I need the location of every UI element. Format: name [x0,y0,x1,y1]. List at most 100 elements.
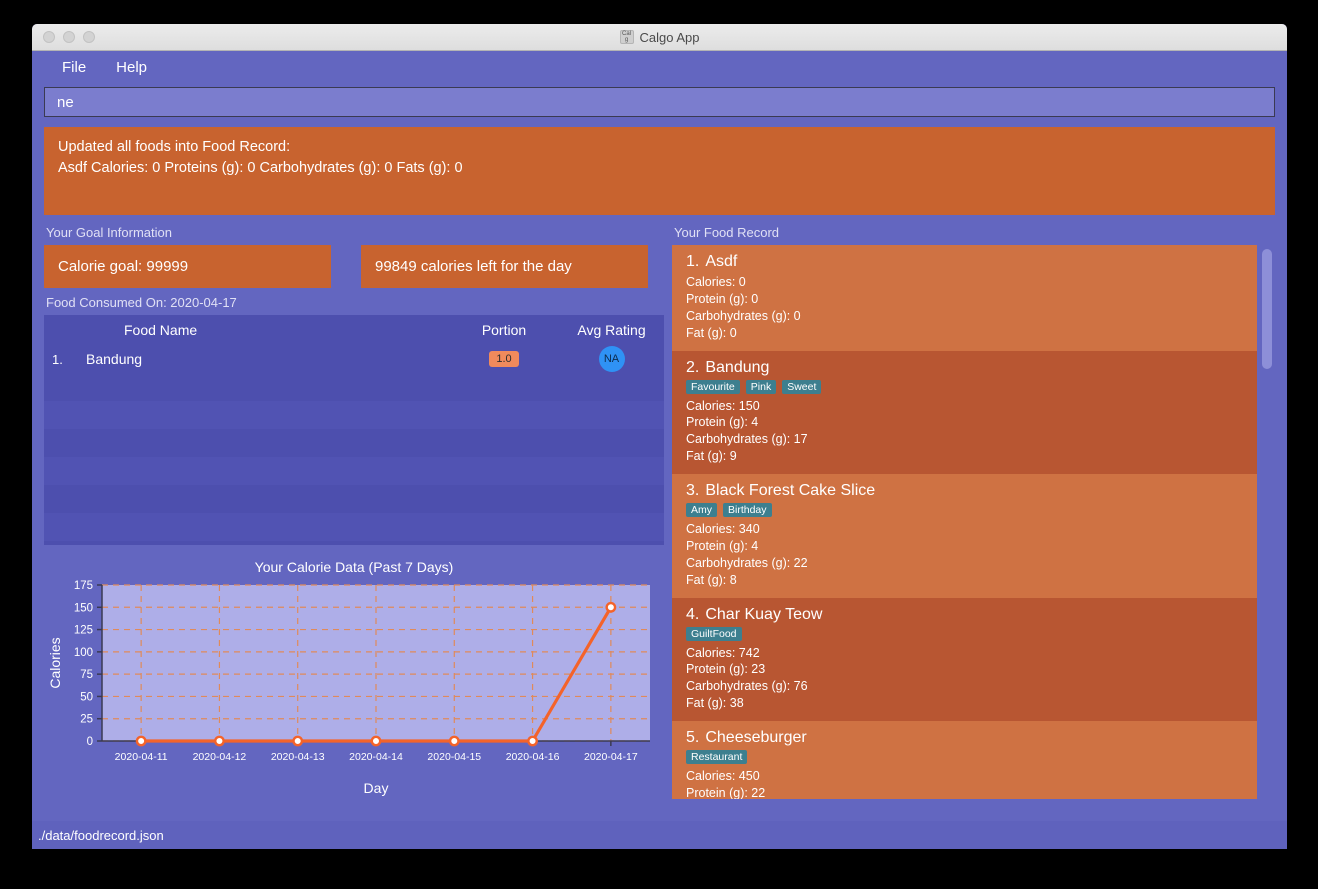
table-row-empty [44,485,664,513]
food-record-panel: Your Food Record 1. Asdf Calories: 0 Protei… [672,221,1275,799]
food-record-index: 1. [686,253,700,270]
food-record-calories: Calories: 340 [686,522,760,536]
food-record-scrollbar[interactable] [1261,247,1273,797]
svg-text:2020-04-12: 2020-04-12 [193,751,247,763]
food-consumed-label: Food Consumed On: 2020-04-17 [46,295,237,310]
svg-text:75: 75 [80,669,93,681]
food-record-title: 4. Char Kuay Teow [686,606,1245,624]
tag-badge: Amy [686,503,717,517]
food-record-title: 1. Asdf [686,253,1245,271]
food-record-name: Asdf [705,253,738,270]
command-input[interactable] [44,87,1275,117]
table-header-row: Food Name Portion Avg Rating [44,315,664,345]
svg-text:2020-04-11: 2020-04-11 [115,751,168,763]
food-record-calories: Calories: 742 [686,645,760,660]
window-title-group: Cal g Calgo App [32,24,1287,50]
svg-text:0: 0 [87,736,93,748]
calorie-goal-box: Calorie goal: 99999 [44,245,331,288]
row-food-name: Bandung [86,351,143,367]
scrollbar-thumb[interactable] [1262,249,1272,369]
table-row-empty [44,373,664,401]
svg-text:2020-04-13: 2020-04-13 [271,751,325,763]
food-record-section-label: Your Food Record [674,225,780,240]
svg-text:2020-04-16: 2020-04-16 [506,751,560,763]
close-button[interactable] [43,31,55,43]
menubar: File Help [32,51,1287,83]
tag-badge: Restaurant [686,750,748,764]
tag-badge: GuiltFood [686,626,742,641]
app-icon: Cal g [619,30,634,44]
food-record-name: Char Kuay Teow [705,605,823,623]
svg-text:175: 175 [74,580,93,592]
food-record-index: 2. [686,358,700,376]
chart-title: Your Calorie Data (Past 7 Days) [254,559,454,575]
food-record-tags: Restaurant [686,750,1245,764]
food-record-name: Cheeseburger [705,729,807,746]
food-record-item[interactable]: 1. Asdf Calories: 0 Protein (g): 0 Carbohydr… [672,245,1257,351]
food-record-title: 3. Black Forest Cake Slice [686,482,1245,500]
calorie-chart: Your Calorie Data (Past 7 Days) 0 25 50 75 1… [44,559,664,799]
food-record-calories: Calories: 150 [686,398,760,413]
command-input-row [32,83,1287,117]
menu-item-file[interactable]: File [52,56,96,79]
header-portion: Portion [481,322,527,338]
minimize-button[interactable] [63,31,75,43]
food-record-protein: Protein (g): 22 [686,785,766,799]
food-record-calories: Calories: 0 [686,275,746,289]
food-record-protein: Protein (g): 0 [686,291,759,306]
goal-summary-row: Calorie goal: 99999 99849 calories left … [44,245,664,288]
svg-text:2020-04-17: 2020-04-17 [584,751,638,763]
row-index: 1. [52,351,63,367]
svg-text:100: 100 [74,647,93,659]
app-window: Calg Calgo App File Help Updated all foo… [32,24,1287,849]
tag-badge: Birthday [723,503,772,517]
header-food-name: Food Name [124,322,198,338]
food-record-carbs: Carbohydrates (g): 17 [686,432,808,447]
food-record-fat: Fat (g): 38 [686,696,744,711]
portion-badge: 1.0 [489,351,519,367]
food-record-tags: Amy Birthday [686,503,1245,517]
food-record-title: 2. Bandung [686,359,1245,377]
food-consumed-table: Food Name Portion Avg Rating 1. Bandung … [44,315,664,545]
table-row-empty [44,541,664,545]
food-record-tags: Favourite Pink Sweet [686,379,1245,394]
svg-text:Calories: Calories [47,637,63,688]
food-record-index: 3. [686,482,700,499]
food-record-name: Bandung [705,358,770,376]
svg-text:125: 125 [74,625,93,637]
goal-section-label: Your Goal Information [46,225,172,240]
chart-canvas: 0 25 50 75 100 125 150 175 2020-04-11 2020-04-12 2… [47,580,650,796]
header-avg-rating: Avg Rating [577,322,646,338]
food-record-item[interactable]: 3. Black Forest Cake Slice Amy Birthday Calo… [672,474,1257,598]
food-record-fat: Fat (g): 8 [686,572,737,587]
food-record-item[interactable]: 4. Char Kuay Teow GuiltFood Calories: 742 Pr… [672,597,1257,721]
food-record-carbs: Carbohydrates (g): 0 [686,308,801,323]
food-record-fat: Fat (g): 9 [686,449,737,464]
result-banner-wrap: Updated all foods into Food Record: Asdf… [32,117,1287,221]
food-record-carbs: Carbohydrates (g): 22 [686,555,808,570]
food-record-protein: Protein (g): 23 [686,662,766,677]
food-record-calories: Calories: 450 [686,769,760,783]
svg-text:2020-04-15: 2020-04-15 [427,751,481,763]
svg-text:150: 150 [74,602,93,614]
window-titlebar: Cal g Calgo App [32,24,1287,51]
statusbar-path: ./data/foodrecord.json [38,827,164,843]
table-row[interactable]: 1. Bandung 1.0 NA [44,345,664,373]
food-record-fat: Fat (g): 0 [686,325,737,340]
main-content: Your Goal Information Calorie goal: 9999… [32,221,1287,799]
food-record-item[interactable]: 2. Bandung Favourite Pink Sweet Calories: 150… [672,350,1257,474]
svg-text:2020-04-14: 2020-04-14 [349,751,403,763]
food-record-carbs: Carbohydrates (g): 76 [686,679,808,694]
rating-badge: NA [598,346,625,372]
food-record-item[interactable]: 5. Cheeseburger Restaurant Calories: 450 Pro… [672,721,1257,799]
maximize-button[interactable] [83,31,95,43]
food-record-name: Black Forest Cake Slice [705,482,876,499]
window-controls [43,31,95,43]
menu-item-help[interactable]: Help [106,56,157,79]
tag-badge: Favourite [686,379,740,394]
food-record-list[interactable]: 1. Asdf Calories: 0 Protein (g): 0 Carbohydr… [672,245,1257,799]
food-record-index: 4. [686,605,700,623]
svg-text:25: 25 [80,714,93,726]
table-row-empty [44,457,664,485]
result-banner-line-1: Updated all foods into Food Record: [58,139,291,155]
